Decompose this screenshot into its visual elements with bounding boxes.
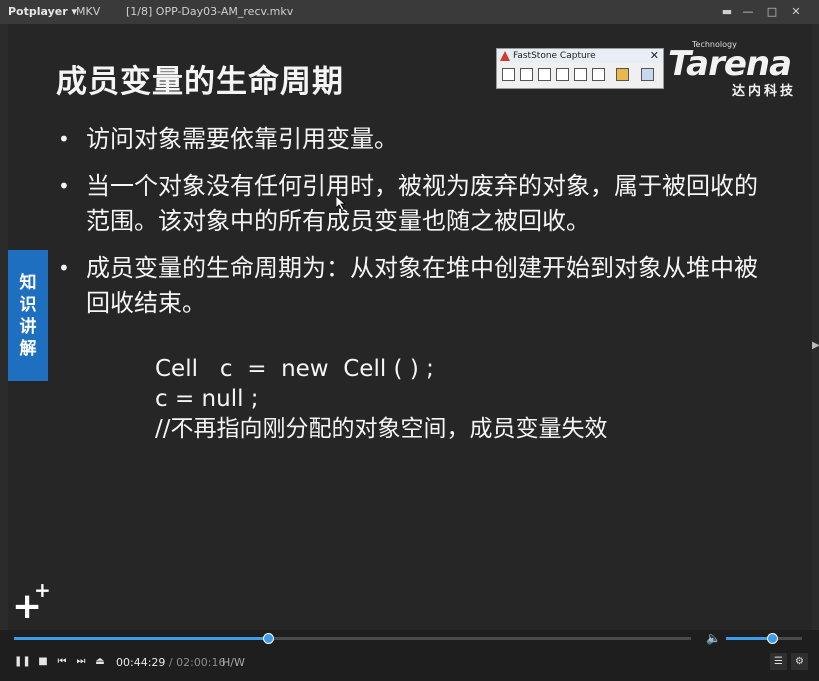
plus-small-glyph: + <box>34 578 51 602</box>
capture-window-icon[interactable] <box>502 68 515 81</box>
bullet-dot: • <box>58 174 70 198</box>
bullet-dot: • <box>58 256 70 280</box>
faststone-title: FastStone Capture <box>513 51 596 61</box>
control-bar: 🔈 ❚❚ ■ ⏮ ⏭ ⏏ 00:44:29 / 02:00:16 H/W ☰ ⚙ <box>0 630 819 681</box>
time-display: 00:44:29 / 02:00:16 <box>116 656 226 669</box>
codec-label[interactable]: H/W <box>222 656 245 669</box>
bullet-text: 访问对象需要依靠引用变量。 <box>86 125 398 153</box>
playlist-button[interactable]: ☰ <box>770 653 787 670</box>
faststone-toolbar[interactable]: FastStone Capture ✕ <box>496 48 664 89</box>
faststone-titlebar: FastStone Capture ✕ <box>497 49 663 63</box>
bullet-text: 成员变量的生命周期为：从对象在堆中创建开始到对象从堆中被回收结束。 <box>86 254 758 317</box>
tag-char: 识 <box>19 295 37 315</box>
bullet-text: 当一个对象没有任何引用时，被视为废弃的对象，属于被回收的范围。该对象中的所有成员… <box>86 172 758 235</box>
title-bar: Potplayer ▾ MKV [1/8] OPP-Day03-AM_recv.… <box>0 0 819 24</box>
total-duration: 02:00:16 <box>176 656 226 669</box>
code-block: Cell c = new Cell ( ) ; c = null ; //不再指… <box>155 354 608 444</box>
bullet-dot: • <box>58 127 70 151</box>
slide-title: 成员变量的生命周期 <box>56 64 344 100</box>
code-line: Cell c = new Cell ( ) ; <box>155 356 434 382</box>
settings-button[interactable]: ⚙ <box>791 653 808 670</box>
format-label: MKV <box>76 5 101 18</box>
capture-object-icon[interactable] <box>520 68 533 81</box>
seek-bar[interactable] <box>14 633 691 644</box>
previous-button[interactable]: ⏮ <box>55 655 69 669</box>
app-name: Potplayer <box>8 5 68 18</box>
maximize-button[interactable]: □ <box>764 4 780 20</box>
capture-scroll-icon[interactable] <box>592 68 605 81</box>
volume-level <box>726 637 772 640</box>
bullet-list: • 访问对象需要依靠引用变量。 • 当一个对象没有任何引用时，被视为废弃的对象，属于… <box>56 122 776 333</box>
mouse-cursor-icon <box>336 196 345 210</box>
capture-fullscreen-icon[interactable] <box>574 68 587 81</box>
tag-char: 知 <box>19 273 37 293</box>
close-button[interactable]: ✕ <box>788 4 804 20</box>
time-separator: / <box>165 656 177 669</box>
side-panel-arrow-icon[interactable]: ▶ <box>812 340 819 351</box>
bullet-item: • 成员变量的生命周期为：从对象在堆中创建开始到对象从堆中被回收结束。 <box>56 251 776 321</box>
output-icon[interactable] <box>616 68 629 81</box>
pause-button[interactable]: ❚❚ <box>14 655 31 669</box>
logo-chinese: 达内科技 <box>732 84 797 99</box>
current-time: 00:44:29 <box>116 656 166 669</box>
next-button[interactable]: ⏭ <box>74 655 88 669</box>
seek-progress <box>14 637 268 640</box>
code-line: //不再指向刚分配的对象空间，成员变量失效 <box>155 416 608 442</box>
bullet-item: • 当一个对象没有任何引用时，被视为废弃的对象，属于被回收的范围。该对象中的所有成… <box>56 169 776 239</box>
video-area[interactable]: 成员变量的生命周期 • 访问对象需要依靠引用变量。 • 当一个对象没有任何引用时，被… <box>8 24 812 630</box>
pin-button[interactable]: ▬ <box>719 4 735 20</box>
faststone-close-button[interactable]: ✕ <box>650 49 659 62</box>
code-line: c = null ; <box>155 386 259 412</box>
seek-handle[interactable] <box>262 633 274 644</box>
eject-button[interactable]: ⏏ <box>93 655 107 669</box>
volume-slider[interactable] <box>726 633 802 644</box>
volume-handle[interactable] <box>766 633 778 644</box>
tag-char: 讲 <box>19 317 37 337</box>
speaker-icon[interactable]: 🔈 <box>706 631 721 645</box>
tag-char: 解 <box>19 339 37 359</box>
knowledge-tag: 知 识 讲 解 <box>8 250 48 381</box>
stop-button[interactable]: ■ <box>36 655 50 669</box>
potplayer-window: Potplayer ▾ MKV [1/8] OPP-Day03-AM_recv.… <box>0 0 819 681</box>
capture-freehand-icon[interactable] <box>556 68 569 81</box>
bullet-item: • 访问对象需要依靠引用变量。 <box>56 122 776 157</box>
file-title: [1/8] OPP-Day03-AM_recv.mkv <box>126 5 294 18</box>
minimize-button[interactable]: — <box>740 4 756 20</box>
capture-region-icon[interactable] <box>538 68 551 81</box>
faststone-logo-icon <box>500 51 510 61</box>
logo-name: Tarena <box>668 44 792 84</box>
app-menu-button[interactable]: Potplayer ▾ <box>8 5 77 18</box>
settings-icon[interactable] <box>641 68 654 81</box>
